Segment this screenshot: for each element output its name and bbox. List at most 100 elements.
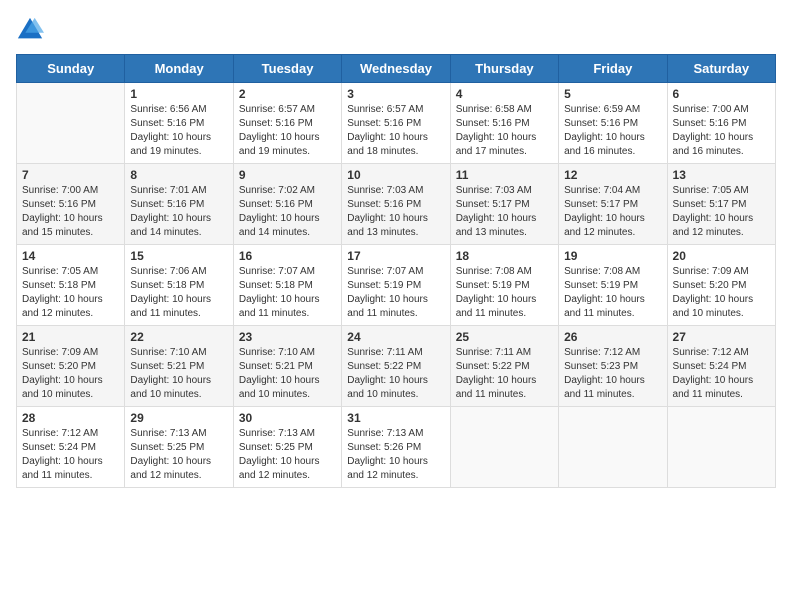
- calendar-cell: 21Sunrise: 7:09 AMSunset: 5:20 PMDayligh…: [17, 326, 125, 407]
- day-number: 5: [564, 87, 661, 101]
- day-info: Sunrise: 7:00 AMSunset: 5:16 PMDaylight:…: [22, 184, 119, 240]
- day-info: Sunrise: 7:11 AMSunset: 5:22 PMDaylight:…: [456, 346, 553, 402]
- calendar-cell: 10 Sunrise: 7:03 AMSunset: 5:16 PMDayligh…: [342, 164, 450, 245]
- day-info: Sunrise: 6:59 AMSunset: 5:16 PMDaylight:…: [564, 103, 661, 159]
- calendar-cell: 9Sunrise: 7:02 AMSunset: 5:16 PMDaylight…: [233, 164, 341, 245]
- calendar-cell: 11 Sunrise: 7:03 AMSunset: 5:17 PMDayligh…: [450, 164, 558, 245]
- day-info: Sunrise: 7:07 AMSunset: 5:19 PMDaylight:…: [347, 265, 444, 321]
- day-info: Sunrise: 7:10 AMSunset: 5:21 PMDaylight:…: [130, 346, 227, 402]
- calendar-cell: 15Sunrise: 7:06 AMSunset: 5:18 PMDayligh…: [125, 245, 233, 326]
- day-number: 24: [347, 330, 444, 344]
- weekday-header: Friday: [559, 55, 667, 83]
- day-number: 19: [564, 249, 661, 263]
- calendar-cell: [17, 83, 125, 164]
- day-info: Sunrise: 7:08 AMSunset: 5:19 PMDaylight:…: [564, 265, 661, 321]
- calendar-cell: 27 Sunrise: 7:12 AMSunset: 5:24 PMDayligh…: [667, 326, 775, 407]
- day-number: 11: [456, 168, 553, 182]
- calendar-cell: 16Sunrise: 7:07 AMSunset: 5:18 PMDayligh…: [233, 245, 341, 326]
- calendar-cell: 8 Sunrise: 7:01 AMSunset: 5:16 PMDaylight…: [125, 164, 233, 245]
- calendar-week-row: 7 Sunrise: 7:00 AMSunset: 5:16 PMDaylight…: [17, 164, 776, 245]
- logo: [16, 16, 48, 44]
- day-number: 31: [347, 411, 444, 425]
- day-info: Sunrise: 7:13 AMSunset: 5:25 PMDaylight:…: [130, 427, 227, 483]
- day-info: Sunrise: 7:03 AMSunset: 5:16 PMDaylight:…: [347, 184, 444, 240]
- weekday-header: Tuesday: [233, 55, 341, 83]
- calendar-cell: 3Sunrise: 6:57 AMSunset: 5:16 PMDaylight…: [342, 83, 450, 164]
- day-info: Sunrise: 7:05 AMSunset: 5:18 PMDaylight:…: [22, 265, 119, 321]
- day-number: 25: [456, 330, 553, 344]
- weekday-header: Sunday: [17, 55, 125, 83]
- calendar-cell: 28Sunrise: 7:12 AMSunset: 5:24 PMDayligh…: [17, 407, 125, 488]
- day-info: Sunrise: 7:05 AMSunset: 5:17 PMDaylight:…: [673, 184, 770, 240]
- day-number: 8: [130, 168, 227, 182]
- calendar-cell: [559, 407, 667, 488]
- day-number: 17: [347, 249, 444, 263]
- day-number: 13: [673, 168, 770, 182]
- calendar-table: SundayMondayTuesdayWednesdayThursdayFrid…: [16, 54, 776, 488]
- day-number: 20: [673, 249, 770, 263]
- weekday-header: Thursday: [450, 55, 558, 83]
- calendar-cell: 24 Sunrise: 7:11 AMSunset: 5:22 PMDayligh…: [342, 326, 450, 407]
- day-info: Sunrise: 7:04 AMSunset: 5:17 PMDaylight:…: [564, 184, 661, 240]
- calendar-week-row: 14 Sunrise: 7:05 AMSunset: 5:18 PMDayligh…: [17, 245, 776, 326]
- day-info: Sunrise: 7:11 AMSunset: 5:22 PMDaylight:…: [347, 346, 444, 402]
- day-info: Sunrise: 7:07 AMSunset: 5:18 PMDaylight:…: [239, 265, 336, 321]
- day-number: 22: [130, 330, 227, 344]
- page-header: [16, 16, 776, 44]
- day-number: 4: [456, 87, 553, 101]
- day-info: Sunrise: 6:57 AMSunset: 5:16 PMDaylight:…: [347, 103, 444, 159]
- calendar-week-row: 28Sunrise: 7:12 AMSunset: 5:24 PMDayligh…: [17, 407, 776, 488]
- day-number: 26: [564, 330, 661, 344]
- day-info: Sunrise: 7:01 AMSunset: 5:16 PMDaylight:…: [130, 184, 227, 240]
- calendar-cell: 17 Sunrise: 7:07 AMSunset: 5:19 PMDayligh…: [342, 245, 450, 326]
- day-info: Sunrise: 6:56 AMSunset: 5:16 PMDaylight:…: [130, 103, 227, 159]
- day-number: 23: [239, 330, 336, 344]
- calendar-header-row: SundayMondayTuesdayWednesdayThursdayFrid…: [17, 55, 776, 83]
- calendar-week-row: 1 Sunrise: 6:56 AMSunset: 5:16 PMDaylight…: [17, 83, 776, 164]
- day-info: Sunrise: 7:13 AMSunset: 5:25 PMDaylight:…: [239, 427, 336, 483]
- day-number: 12: [564, 168, 661, 182]
- day-number: 29: [130, 411, 227, 425]
- day-number: 7: [22, 168, 119, 182]
- day-info: Sunrise: 7:12 AMSunset: 5:23 PMDaylight:…: [564, 346, 661, 402]
- calendar-cell: 1 Sunrise: 6:56 AMSunset: 5:16 PMDaylight…: [125, 83, 233, 164]
- calendar-cell: 4 Sunrise: 6:58 AMSunset: 5:16 PMDaylight…: [450, 83, 558, 164]
- calendar-week-row: 21Sunrise: 7:09 AMSunset: 5:20 PMDayligh…: [17, 326, 776, 407]
- day-info: Sunrise: 7:03 AMSunset: 5:17 PMDaylight:…: [456, 184, 553, 240]
- day-info: Sunrise: 7:06 AMSunset: 5:18 PMDaylight:…: [130, 265, 227, 321]
- calendar-cell: [450, 407, 558, 488]
- weekday-header: Wednesday: [342, 55, 450, 83]
- day-info: Sunrise: 7:09 AMSunset: 5:20 PMDaylight:…: [22, 346, 119, 402]
- calendar-cell: 26 Sunrise: 7:12 AMSunset: 5:23 PMDayligh…: [559, 326, 667, 407]
- day-number: 14: [22, 249, 119, 263]
- day-info: Sunrise: 7:12 AMSunset: 5:24 PMDaylight:…: [22, 427, 119, 483]
- day-number: 1: [130, 87, 227, 101]
- day-info: Sunrise: 6:58 AMSunset: 5:16 PMDaylight:…: [456, 103, 553, 159]
- calendar-cell: 5 Sunrise: 6:59 AMSunset: 5:16 PMDaylight…: [559, 83, 667, 164]
- calendar-cell: [667, 407, 775, 488]
- calendar-cell: 29 Sunrise: 7:13 AMSunset: 5:25 PMDayligh…: [125, 407, 233, 488]
- calendar-cell: 30Sunrise: 7:13 AMSunset: 5:25 PMDayligh…: [233, 407, 341, 488]
- calendar-cell: 25 Sunrise: 7:11 AMSunset: 5:22 PMDayligh…: [450, 326, 558, 407]
- calendar-cell: 22 Sunrise: 7:10 AMSunset: 5:21 PMDayligh…: [125, 326, 233, 407]
- day-info: Sunrise: 7:00 AMSunset: 5:16 PMDaylight:…: [673, 103, 770, 159]
- day-number: 18: [456, 249, 553, 263]
- weekday-header: Monday: [125, 55, 233, 83]
- day-number: 10: [347, 168, 444, 182]
- day-number: 9: [239, 168, 336, 182]
- day-info: Sunrise: 7:13 AMSunset: 5:26 PMDaylight:…: [347, 427, 444, 483]
- calendar-cell: 14 Sunrise: 7:05 AMSunset: 5:18 PMDayligh…: [17, 245, 125, 326]
- calendar-cell: 12 Sunrise: 7:04 AMSunset: 5:17 PMDayligh…: [559, 164, 667, 245]
- calendar-cell: 19 Sunrise: 7:08 AMSunset: 5:19 PMDayligh…: [559, 245, 667, 326]
- calendar-cell: 18 Sunrise: 7:08 AMSunset: 5:19 PMDayligh…: [450, 245, 558, 326]
- day-info: Sunrise: 7:08 AMSunset: 5:19 PMDaylight:…: [456, 265, 553, 321]
- calendar-cell: 7 Sunrise: 7:00 AMSunset: 5:16 PMDaylight…: [17, 164, 125, 245]
- calendar-cell: 6 Sunrise: 7:00 AMSunset: 5:16 PMDaylight…: [667, 83, 775, 164]
- day-number: 27: [673, 330, 770, 344]
- calendar-cell: 20Sunrise: 7:09 AMSunset: 5:20 PMDayligh…: [667, 245, 775, 326]
- calendar-cell: 23Sunrise: 7:10 AMSunset: 5:21 PMDayligh…: [233, 326, 341, 407]
- weekday-header: Saturday: [667, 55, 775, 83]
- day-number: 6: [673, 87, 770, 101]
- day-info: Sunrise: 7:12 AMSunset: 5:24 PMDaylight:…: [673, 346, 770, 402]
- calendar-body: 1 Sunrise: 6:56 AMSunset: 5:16 PMDaylight…: [17, 83, 776, 488]
